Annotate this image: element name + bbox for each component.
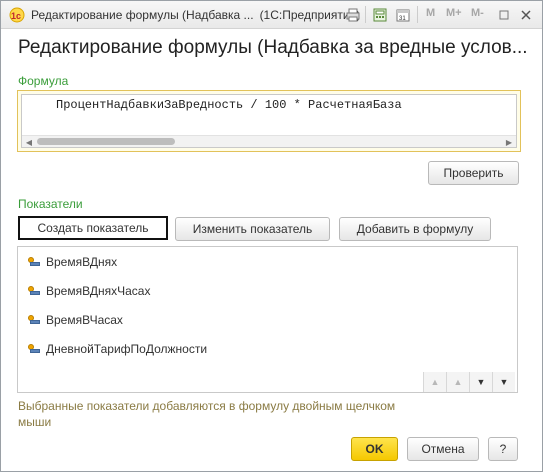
print-icon[interactable] bbox=[344, 6, 362, 24]
formula-text[interactable]: ПроцентНадбавкиЗаВредность / 100 * Расче… bbox=[56, 98, 402, 112]
move-to-top-icon[interactable]: ▲ bbox=[423, 372, 446, 392]
horizontal-scrollbar[interactable]: ◀ ▶ bbox=[22, 135, 516, 147]
attribute-icon bbox=[28, 285, 40, 297]
formula-editor-inner[interactable]: ПроцентНадбавкиЗаВредность / 100 * Расче… bbox=[21, 94, 517, 148]
form-title: Редактирование формулы (Надбавка за вред… bbox=[18, 37, 528, 58]
calendar-icon[interactable]: 31 bbox=[394, 6, 412, 24]
indicators-label: Показатели bbox=[18, 197, 83, 211]
move-to-bottom-icon[interactable]: ▼ bbox=[492, 372, 515, 392]
svg-text:31: 31 bbox=[399, 16, 406, 22]
scroll-right-icon[interactable]: ▶ bbox=[504, 137, 514, 147]
window-title-text: Редактирование формулы (Надбавка ... bbox=[31, 8, 254, 22]
attribute-icon bbox=[28, 256, 40, 268]
indicators-list[interactable]: ВремяВДнях ВремяВДняхЧасах ВремяВЧасах Д… bbox=[17, 246, 518, 393]
scroll-left-icon[interactable]: ◀ bbox=[24, 137, 34, 147]
hint-text: Выбранные показатели добавляются в форму… bbox=[18, 399, 396, 429]
list-item-label: ДневнойТарифПоДолжности bbox=[46, 342, 208, 356]
minimize-icon[interactable] bbox=[495, 6, 513, 24]
list-item-label: ВремяВДняхЧасах bbox=[46, 284, 151, 298]
list-navigation-toolbar: ▲ ▲ ▼ ▼ bbox=[423, 372, 517, 392]
list-item-label: ВремяВДнях bbox=[46, 255, 118, 269]
close-icon[interactable] bbox=[517, 6, 535, 24]
title-bar: 1c Редактирование формулы (Надбавка ...(… bbox=[1, 1, 542, 29]
window-title: Редактирование формулы (Надбавка ... (1С:… bbox=[31, 8, 360, 22]
toolbar-separator bbox=[365, 6, 366, 23]
move-down-icon[interactable]: ▼ bbox=[469, 372, 492, 392]
list-item[interactable]: ВремяВДняхЧасах bbox=[28, 281, 150, 301]
formula-label: Формула bbox=[18, 74, 69, 88]
cancel-button[interactable]: Отмена bbox=[407, 437, 479, 461]
dialog-window: 1c Редактирование формулы (Надбавка ...(… bbox=[0, 0, 543, 472]
edit-indicator-button[interactable]: Изменить показатель bbox=[175, 217, 330, 241]
help-button[interactable]: ? bbox=[488, 437, 518, 461]
calculator-icon[interactable] bbox=[371, 6, 389, 24]
memory-add-button[interactable]: M+ bbox=[446, 7, 462, 19]
toolbar-separator bbox=[417, 6, 418, 23]
1c-logo-icon: 1c bbox=[9, 7, 25, 23]
list-item[interactable]: ДневнойТарифПоДолжности bbox=[28, 339, 207, 359]
check-button[interactable]: Проверить bbox=[428, 161, 519, 185]
add-to-formula-button[interactable]: Добавить в формулу bbox=[339, 217, 491, 241]
list-item[interactable]: ВремяВДнях bbox=[28, 252, 117, 272]
svg-text:1c: 1c bbox=[11, 11, 21, 21]
list-item-label: ВремяВЧасах bbox=[46, 313, 123, 327]
attribute-icon bbox=[28, 343, 40, 355]
attribute-icon bbox=[28, 314, 40, 326]
memory-m-button[interactable]: M bbox=[426, 7, 435, 19]
memory-subtract-button[interactable]: M- bbox=[471, 7, 484, 19]
ok-button[interactable]: OK bbox=[351, 437, 398, 461]
move-up-icon[interactable]: ▲ bbox=[446, 372, 469, 392]
create-indicator-button[interactable]: Создать показатель bbox=[18, 216, 168, 240]
scrollbar-thumb[interactable] bbox=[37, 138, 175, 145]
list-item[interactable]: ВремяВЧасах bbox=[28, 310, 123, 330]
formula-editor[interactable]: ПроцентНадбавкиЗаВредность / 100 * Расче… bbox=[17, 90, 521, 152]
